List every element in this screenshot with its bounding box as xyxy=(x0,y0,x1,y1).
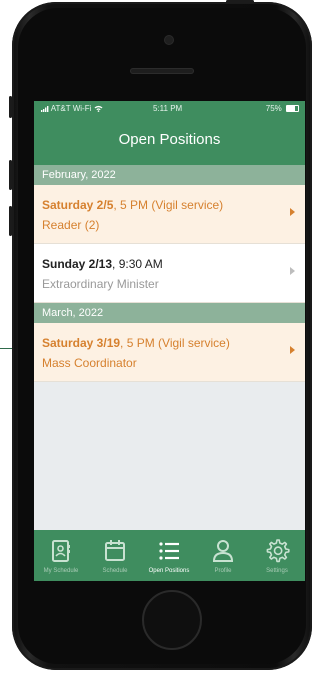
position-day: Saturday 2/5 xyxy=(42,198,114,212)
tab-open-positions[interactable]: Open Positions xyxy=(142,530,196,581)
position-role: Reader (2) xyxy=(42,218,100,232)
position-row[interactable]: Sunday 2/13, 9:30 AM Extraordinary Minis… xyxy=(34,244,305,303)
volume-up-button xyxy=(9,160,12,190)
tab-bar: My Schedule Schedule Open Positions Prof… xyxy=(34,530,305,581)
section-header-march: March, 2022 xyxy=(34,303,305,323)
position-role: Mass Coordinator xyxy=(42,356,137,370)
position-row[interactable]: Saturday 3/19, 5 PM (Vigil service) Mass… xyxy=(34,323,305,382)
app-header: AT&T Wi-Fi 5:11 PM 75% Open Positions xyxy=(34,101,305,165)
tab-label: Profile xyxy=(214,568,232,574)
position-time: , 5 PM (Vigil service) xyxy=(113,198,224,212)
my-schedule-icon xyxy=(52,540,70,562)
power-button xyxy=(226,0,254,3)
position-time: , 9:30 AM xyxy=(112,257,163,271)
position-datetime: Sunday 2/13, 9:30 AM xyxy=(42,257,163,271)
position-day: Sunday 2/13 xyxy=(42,257,113,271)
tab-label: My Schedule xyxy=(43,568,79,574)
tab-settings[interactable]: Settings xyxy=(250,530,304,581)
position-row[interactable]: Saturday 2/5, 5 PM (Vigil service) Reade… xyxy=(34,185,305,244)
carrier-label: AT&T Wi-Fi xyxy=(41,104,103,113)
home-button[interactable] xyxy=(142,590,202,650)
position-time: , 5 PM (Vigil service) xyxy=(120,336,230,350)
page-title: Open Positions xyxy=(118,131,221,148)
tab-my-schedule[interactable]: My Schedule xyxy=(34,530,88,581)
status-time: 5:11 PM xyxy=(153,104,183,113)
signal-icon xyxy=(41,105,49,112)
tab-label: Schedule xyxy=(102,568,128,574)
earpiece-speaker xyxy=(130,68,194,74)
gear-icon xyxy=(266,539,290,563)
chevron-right-icon xyxy=(290,208,295,216)
tab-profile[interactable]: Profile xyxy=(196,530,250,581)
mute-switch xyxy=(9,96,12,118)
chevron-right-icon xyxy=(290,267,295,275)
tab-label: Settings xyxy=(266,568,288,574)
status-bar: AT&T Wi-Fi 5:11 PM 75% xyxy=(34,101,305,115)
tab-label: Open Positions xyxy=(148,568,190,574)
calendar-icon xyxy=(105,540,125,561)
carrier-text: AT&T Wi-Fi xyxy=(50,104,92,113)
app-screen: AT&T Wi-Fi 5:11 PM 75% Open Positions Fe… xyxy=(34,101,305,581)
section-header-february: February, 2022 xyxy=(34,165,305,185)
battery-percent: 75% xyxy=(265,104,282,113)
wifi-icon xyxy=(94,106,103,113)
list-icon xyxy=(159,542,179,560)
position-datetime: Saturday 3/19, 5 PM (Vigil service) xyxy=(42,336,230,350)
volume-down-button xyxy=(9,206,12,236)
battery-icon xyxy=(286,105,299,113)
position-day: Saturday 3/19 xyxy=(42,336,121,350)
position-role: Extraordinary Minister xyxy=(42,277,159,291)
tab-schedule[interactable]: Schedule xyxy=(88,530,142,581)
position-datetime: Saturday 2/5, 5 PM (Vigil service) xyxy=(42,198,223,212)
chevron-right-icon xyxy=(290,346,295,354)
battery-indicator: 75% xyxy=(266,104,299,113)
front-camera xyxy=(165,36,173,44)
profile-icon xyxy=(212,540,234,562)
